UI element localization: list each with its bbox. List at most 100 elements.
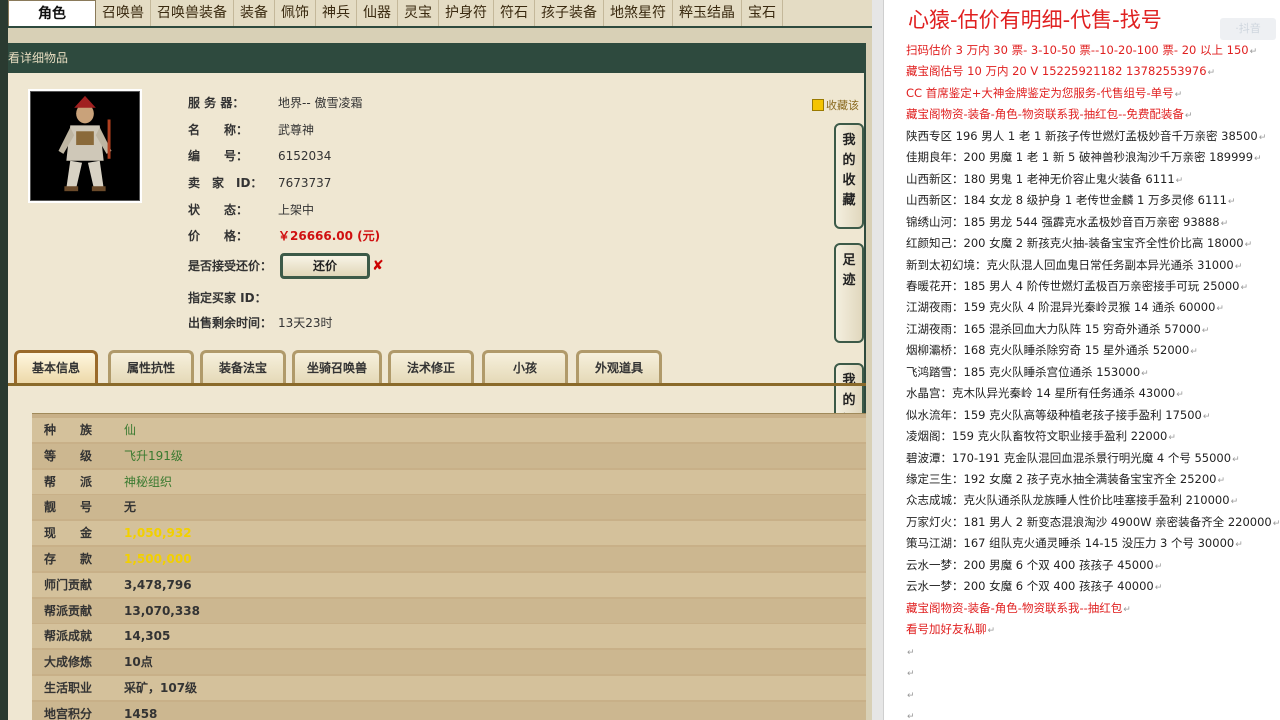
- field-value: 上架中: [278, 203, 315, 217]
- close-icon[interactable]: ✘: [372, 258, 384, 274]
- paragraph-mark-icon: ↵: [1249, 47, 1258, 57]
- note-line: 飞鸿踏雪：185 克火队睡杀宫位通杀 153000↵: [906, 364, 1149, 382]
- paragraph-mark-icon: ↵: [1175, 175, 1184, 186]
- info-tab-1[interactable]: 属性抗性: [108, 350, 194, 384]
- stat-label: 存 款: [44, 552, 93, 566]
- game-window: 角色 召唤兽 召唤兽装备 装备 佩饰 神兵 仙器 灵宝 护身符 符石 孩子装备 地煞星符 粹玉结晶 宝石 …: [0, 0, 872, 720]
- favorite-link[interactable]: 收藏该: [812, 97, 859, 113]
- note-line: 藏宝阁物资-装备-角色-物资联系我-抽红包--免费配装备↵: [906, 106, 1192, 124]
- basic-info-table: 种 族 仙等 级 飞升191级帮 派 神秘组织靓 号 无现 金 1,050,932 存 款 1…: [32, 413, 866, 720]
- character-portrait: [28, 89, 142, 203]
- tab-7[interactable]: 灵宝: [398, 0, 439, 26]
- note-line-text: 飞鸿踏雪：185 克火队睡杀宫位通杀 153000: [906, 364, 1141, 379]
- info-tab-2[interactable]: 装备法宝: [200, 350, 286, 384]
- note-line-text: 众志成城：克火队通杀队龙族睡人性价比哇塞接手盈利 210000: [906, 493, 1230, 508]
- paragraph-mark-icon: ↵: [1254, 154, 1262, 165]
- paragraph-mark-icon: ↵: [1168, 433, 1176, 444]
- tab-0[interactable]: 角色: [8, 0, 96, 26]
- stat-row: 帮派贡献 13,070,338: [32, 598, 866, 623]
- stat-value: 无: [124, 500, 137, 515]
- note-line-text: 山西新区：184 女龙 8 级护身 1 老传世金麟 1 万多灵修 6111: [906, 193, 1227, 208]
- stat-label: 现 金: [44, 526, 93, 541]
- note-line: ↵: [906, 664, 915, 682]
- note-line-text: 藏宝阁物资-装备-角色-物资联系我-抽红包--免费配装备: [906, 107, 1184, 122]
- paragraph-mark-icon: ↵: [1217, 476, 1226, 486]
- field-value: ￥26666.00 (元): [278, 229, 381, 243]
- stat-value: 1,050,932: [124, 526, 192, 541]
- info-tab-0[interactable]: 基本信息: [14, 350, 98, 384]
- note-line-text: 春暖花开：185 男人 4 阶传世燃灯孟极百万亲密接手可玩 25000: [906, 278, 1240, 293]
- field-value: 7673737: [278, 176, 332, 190]
- note-line-text: 江湖夜雨：165 混杀回血大力队阵 15 穷奇外通杀 57000: [906, 321, 1201, 336]
- paragraph-mark-icon: ↵: [1202, 411, 1211, 422]
- tab-6[interactable]: 仙器: [357, 0, 398, 26]
- info-tab-6[interactable]: 外观道具: [576, 350, 662, 384]
- note-line: 云水一梦：200 女魔 6 个双 400 孩孩子 40000↵: [906, 578, 1162, 596]
- tab-1[interactable]: 召唤兽: [96, 0, 151, 26]
- item-field: 卖 家 ID： 7673737: [188, 174, 331, 192]
- document-title: 心猿-估价有明细-代售-找号: [908, 8, 1162, 32]
- counter-offer-button[interactable]: 还价: [280, 253, 370, 279]
- stat-row: 师门贡献 3,478,796: [32, 572, 866, 597]
- note-line-text: 扫码估价 3 万内 30 票- 3-10-50 票--10-20-100 票- …: [906, 43, 1249, 57]
- item-field: 是否接受还价： 还价 ✘: [188, 253, 384, 279]
- field-label: 服 务 器：: [188, 96, 245, 110]
- stat-value: 1458: [124, 706, 158, 720]
- notes-document: 心猿-估价有明细-代售-找号 ·抖音 扫码估价 3 万内 30 票- 3-10-…: [872, 0, 1280, 720]
- item-field: 服 务 器： 地界-- 傲雪凌霜: [188, 94, 362, 112]
- tab-11[interactable]: 地煞星符: [604, 0, 673, 26]
- field-value: 13天23时: [278, 316, 333, 330]
- note-line-text: 山西新区：180 男鬼 1 老神无价容止鬼火装备 6111: [906, 171, 1175, 186]
- watermark: ·抖音: [1220, 18, 1276, 40]
- stat-row: 帮 派 神秘组织: [32, 469, 866, 494]
- note-line: 缘定三生：192 女魔 2 孩子克水抽全满装备宝宝齐全 25200↵: [906, 471, 1225, 489]
- note-line: 看号加好友私聊↵: [906, 621, 995, 639]
- stat-label: 靓 号: [44, 500, 93, 515]
- favorite-link-label: 收藏该: [826, 99, 859, 112]
- note-line: 藏宝阁估号 10 万内 20 V 15225921182 13782553976…: [906, 63, 1215, 81]
- stat-value: 10点: [124, 655, 153, 670]
- tab-3[interactable]: 装备: [234, 0, 275, 26]
- stat-row: 大成修炼 10点: [32, 650, 866, 675]
- stat-row: 等 级 飞升191级: [32, 443, 866, 468]
- tab-10[interactable]: 孩子装备: [535, 0, 604, 26]
- stat-label: 帮派贡献: [44, 603, 93, 618]
- tab-8[interactable]: 护身符: [439, 0, 494, 26]
- tab-5[interactable]: 神兵: [316, 0, 357, 26]
- tab-divider: [8, 383, 866, 386]
- info-tab-5[interactable]: 小孩: [482, 350, 568, 384]
- note-line: 新到太初幻境：克火队混人回血鬼日常任务副本异光通杀 31000↵: [906, 257, 1242, 275]
- left-edge-strip: [0, 0, 8, 720]
- tab-9[interactable]: 符石: [494, 0, 535, 26]
- paragraph-mark-icon: ↵: [907, 647, 915, 658]
- info-tab-4[interactable]: 法术修正: [388, 350, 474, 384]
- paragraph-mark-icon: ↵: [1184, 111, 1193, 122]
- side-button-1[interactable]: 足迹: [834, 243, 864, 343]
- tab-2[interactable]: 召唤兽装备: [151, 0, 234, 26]
- item-field: 指定买家 ID：: [188, 289, 278, 307]
- paragraph-mark-icon: ↵: [1154, 561, 1163, 572]
- paragraph-mark-icon: ↵: [1123, 604, 1131, 615]
- stat-row: 靓 号无: [32, 495, 866, 520]
- item-detail-panel: 服 务 器： 地界-- 傲雪凌霜名 称： 武尊神编 号： 6152034 卖 家 ID：…: [8, 73, 866, 720]
- note-line-text: 佳期良年：200 男魔 1 老 1 新 5 破神兽秒浪淘沙千万亲密 189999: [906, 150, 1254, 165]
- paragraph-mark-icon: ↵: [1230, 497, 1239, 508]
- tab-13[interactable]: 宝石: [742, 0, 783, 26]
- item-field: 出售剩余时间： 13天23时: [188, 314, 333, 332]
- tab-12[interactable]: 粹玉结晶: [673, 0, 742, 26]
- paragraph-mark-icon: ↵: [907, 711, 915, 720]
- tab-4[interactable]: 佩饰: [275, 0, 316, 26]
- warrior-figure-icon: [31, 92, 139, 200]
- field-label: 指定买家 ID：: [188, 291, 267, 305]
- field-label: 价 格：: [188, 229, 249, 243]
- info-tab-3[interactable]: 坐骑召唤兽: [292, 350, 382, 384]
- note-line-text: 缘定三生：192 女魔 2 孩子克水抽全满装备宝宝齐全 25200: [906, 472, 1217, 486]
- side-button-0[interactable]: 我的收藏: [834, 123, 864, 229]
- note-line-text: 看号加好友私聊: [906, 622, 987, 637]
- paragraph-mark-icon: ↵: [1235, 540, 1243, 551]
- stat-value: 采矿，107级: [124, 681, 198, 695]
- item-field: 状 态： 上架中: [188, 201, 314, 219]
- field-label: 是否接受还价：: [188, 258, 273, 273]
- stat-row: 现 金 1,050,932: [32, 521, 866, 546]
- document-margin-ruler: [872, 0, 884, 720]
